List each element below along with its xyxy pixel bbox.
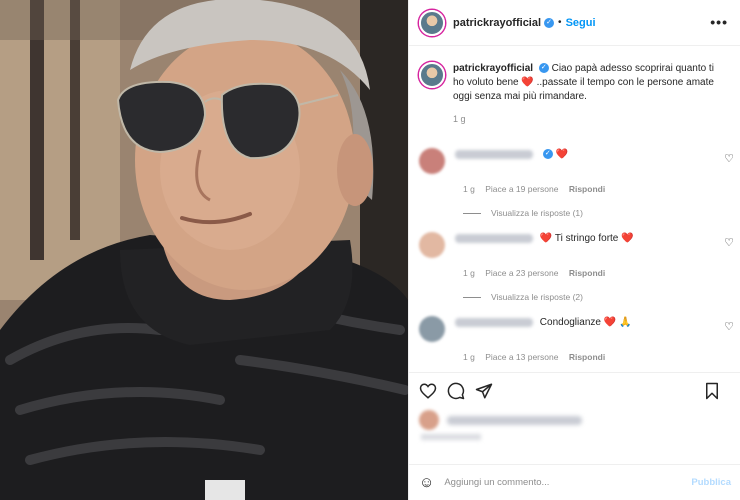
comment-item: ❤️ Ti stringo forte ❤️ ♡ 1 g Piace a 23 … [419, 232, 734, 302]
more-options-icon[interactable]: ••• [710, 14, 728, 30]
comment-likes-count[interactable]: Piace a 13 persone [485, 352, 558, 362]
comment-time: 1 g [463, 184, 475, 194]
comment-meta: 1 g Piace a 23 persone Rispondi [463, 268, 734, 278]
commenter-avatar[interactable] [419, 148, 445, 174]
replies-line [463, 296, 481, 298]
commenter-name-blurred[interactable] [455, 149, 533, 159]
comment-meta: 1 g Piace a 19 persone Rispondi [463, 184, 734, 194]
heart-icon[interactable] [419, 382, 437, 400]
comment-text: ❤️ Ti stringo forte ❤️ [539, 233, 634, 244]
commenter-avatar[interactable] [419, 316, 445, 342]
caption-text-block: patrickrayofficial ✓ Ciao papà adesso sc… [453, 62, 723, 104]
post-header: patrickrayofficial ✓ • Segui ••• [409, 0, 740, 46]
instagram-post: patrickrayofficial ✓ • Segui ••• patrick… [0, 0, 740, 500]
reply-button[interactable]: Rispondi [569, 184, 605, 194]
verified-badge-icon: ✓ [544, 17, 555, 28]
separator-dot: • [558, 17, 562, 28]
caption-avatar[interactable] [419, 62, 445, 88]
commenter-name-blurred[interactable] [455, 317, 533, 327]
comment-text: Condoglianze ❤️ 🙏 [539, 317, 632, 328]
comment-likes-count[interactable]: Piace a 19 persone [485, 184, 558, 194]
post-actions-bar [409, 372, 740, 408]
view-replies-label: Visualizza le risposte (1) [491, 208, 583, 218]
reply-button[interactable]: Rispondi [569, 268, 605, 278]
caption-time: 1 g [453, 114, 466, 124]
comment-icon[interactable] [447, 382, 465, 400]
comment-text: ❤️ [555, 149, 569, 160]
view-replies-label: Visualizza le risposte (2) [491, 292, 583, 302]
emoji-icon[interactable]: ☺ [419, 474, 434, 491]
caption-username[interactable]: patrickrayofficial [453, 63, 533, 74]
commenter-name-blurred[interactable] [455, 233, 533, 243]
view-replies-button[interactable]: Visualizza le risposte (2) [463, 292, 734, 302]
liked-by-blurred[interactable] [419, 410, 582, 440]
comment-item: Condoglianze ❤️ 🙏 ♡ 1 g Piace a 13 perso… [419, 316, 734, 362]
photo-illustration [0, 0, 408, 500]
view-replies-button[interactable]: Visualizza le risposte (1) [463, 208, 734, 218]
comment-like-heart-icon[interactable]: ♡ [724, 236, 734, 249]
verified-badge-icon: ✓ [538, 63, 549, 74]
replies-line [463, 212, 481, 214]
add-comment-bar: ☺ Pubblica [409, 464, 740, 500]
reply-button[interactable]: Rispondi [569, 352, 605, 362]
liked-by-text-blurred [447, 415, 582, 425]
verified-badge-icon: ✓ [542, 149, 553, 160]
author-avatar[interactable] [419, 9, 445, 36]
comment-time: 1 g [463, 268, 475, 278]
post-date-blurred [421, 434, 481, 440]
comment-like-heart-icon[interactable]: ♡ [724, 320, 734, 333]
author-username[interactable]: patrickrayofficial [453, 17, 541, 29]
comment-time: 1 g [463, 352, 475, 362]
comment-like-heart-icon[interactable]: ♡ [724, 152, 734, 165]
liker-avatar [419, 410, 439, 430]
bookmark-icon[interactable] [703, 382, 721, 400]
post-photo[interactable] [0, 0, 408, 500]
comment-input[interactable] [444, 477, 675, 488]
post-sidebar: patrickrayofficial ✓ • Segui ••• patrick… [408, 0, 740, 500]
comment-likes-count[interactable]: Piace a 23 persone [485, 268, 558, 278]
commenter-avatar[interactable] [419, 232, 445, 258]
comment-item: ✓ ❤️ ♡ 1 g Piace a 19 persone Rispondi V… [419, 148, 734, 218]
follow-button[interactable]: Segui [566, 17, 596, 29]
comment-meta: 1 g Piace a 13 persone Rispondi [463, 352, 734, 362]
publish-button[interactable]: Pubblica [691, 477, 731, 488]
post-caption: patrickrayofficial ✓ Ciao papà adesso sc… [409, 46, 740, 104]
share-icon[interactable] [475, 382, 493, 400]
